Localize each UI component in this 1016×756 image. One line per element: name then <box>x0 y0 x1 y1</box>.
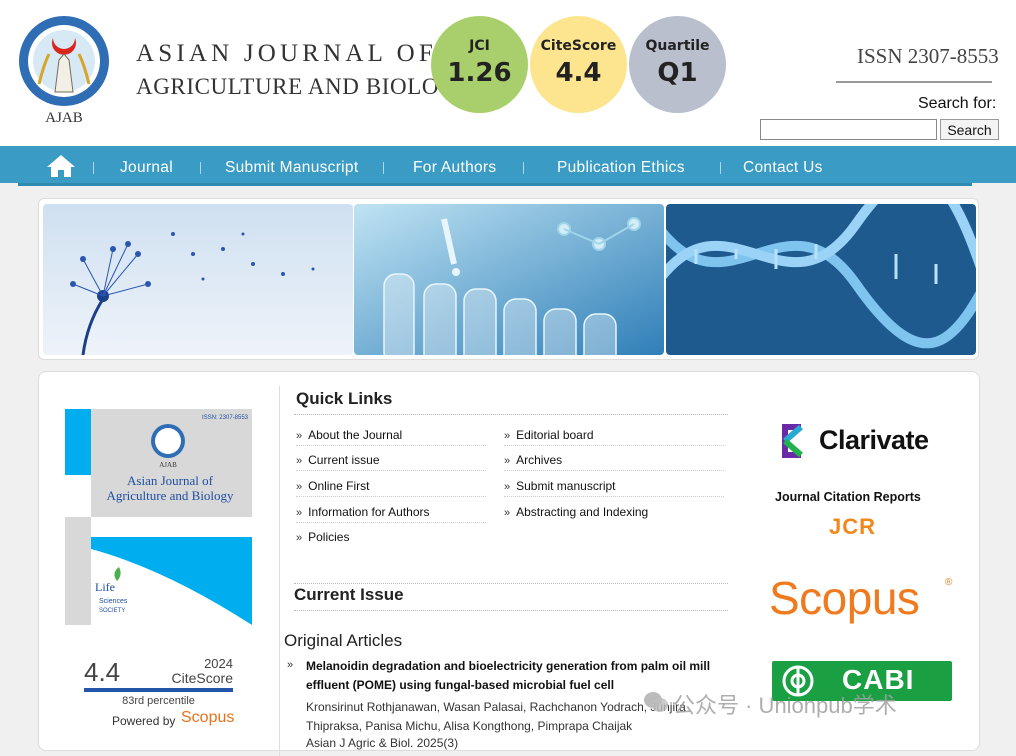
nav-separator <box>383 162 384 174</box>
svg-text:Sciences: Sciences <box>99 598 128 605</box>
quartile-badge: Quartile Q1 <box>629 16 726 113</box>
svg-text:ISSN: 2307-8553: ISSN: 2307-8553 <box>202 415 249 421</box>
dna-image <box>666 204 976 355</box>
quick-link-online-first[interactable]: » Online First <box>296 479 369 493</box>
arrow-icon: » <box>504 481 511 493</box>
nav-journal[interactable]: Journal <box>120 159 173 177</box>
test-tubes-image <box>354 204 664 355</box>
quartile-value: Q1 <box>657 58 698 88</box>
clarivate-logo[interactable]: Clarivate <box>779 424 939 460</box>
scopus-link[interactable]: Scopus <box>181 709 234 727</box>
link-underline <box>504 470 724 471</box>
article-citation: Asian J Agric & Biol. 2025(3) <box>306 736 459 750</box>
jci-value: 1.26 <box>447 58 512 88</box>
citescore-year: 2024 <box>204 656 233 671</box>
quick-link-abstracting-indexing[interactable]: » Abstracting and Indexing <box>504 505 648 519</box>
quick-link-submit-manuscript[interactable]: » Submit manuscript <box>504 479 616 493</box>
link-underline <box>504 445 724 446</box>
jci-label: JCI <box>469 38 490 54</box>
section-divider <box>294 414 728 415</box>
current-issue-title: Current Issue <box>294 585 404 604</box>
watermark-text: 公众号 · Unionpub学术 <box>673 693 897 718</box>
quick-link-editorial-board[interactable]: » Editorial board <box>504 428 594 442</box>
link-underline <box>296 522 486 523</box>
arrow-icon: » <box>296 532 303 544</box>
quick-link-archives[interactable]: » Archives <box>504 453 562 467</box>
citescore-label: CiteScore <box>171 670 233 686</box>
hero-banner <box>38 198 979 360</box>
quick-link-info-authors[interactable]: » Information for Authors <box>296 505 430 519</box>
ajab-logo[interactable]: AJAB <box>17 14 111 126</box>
search-label: Search for: <box>918 95 997 112</box>
quick-links-title: Quick Links <box>296 389 393 408</box>
arrow-icon: » <box>504 507 511 519</box>
arrow-icon: » <box>504 430 511 442</box>
link-underline <box>296 470 486 471</box>
jci-badge: JCI 1.26 <box>431 16 528 113</box>
svg-text:AJAB: AJAB <box>45 110 83 126</box>
link-underline <box>296 496 486 497</box>
search-input[interactable] <box>760 119 937 140</box>
clarivate-icon <box>782 424 803 458</box>
nav-submit-manuscript[interactable]: Submit Manuscript <box>225 159 358 177</box>
arrow-icon: » <box>287 659 294 671</box>
nav-for-authors[interactable]: For Authors <box>413 159 496 177</box>
jcr-logo[interactable]: JCR <box>829 514 876 540</box>
site-header: AJAB ASIAN JOURNAL OF AGRICULTURE AND BI… <box>0 0 1016 146</box>
link-underline <box>296 445 486 446</box>
arrow-icon: » <box>296 430 303 442</box>
section-divider <box>294 610 728 611</box>
home-icon[interactable] <box>46 154 76 178</box>
journal-title: ASIAN JOURNAL OF AGRICULTURE AND BIOLOGY <box>136 40 474 100</box>
arrow-icon: » <box>504 455 511 467</box>
svg-text:Agriculture and Biology: Agriculture and Biology <box>106 488 234 503</box>
section-heading: Original Articles <box>284 631 403 650</box>
section-divider <box>294 583 728 584</box>
citescore-badge-value: 4.4 <box>555 58 602 88</box>
citescore-percentile: 83rd percentile <box>122 695 195 707</box>
quartile-label: Quartile <box>645 38 710 54</box>
nav-publication-ethics[interactable]: Publication Ethics <box>557 159 685 177</box>
nav-separator <box>720 162 721 174</box>
column-divider <box>279 386 280 756</box>
citescore-badge-label: CiteScore <box>540 38 617 54</box>
nav-separator <box>93 162 94 174</box>
search-button[interactable]: Search <box>940 119 999 140</box>
citescore-badge: CiteScore 4.4 <box>530 16 627 113</box>
issn-text: ISSN 2307-8553 <box>857 44 999 68</box>
scopus-logo[interactable]: Scopus <box>769 571 920 625</box>
nav-separator <box>523 162 524 174</box>
dandelion-image <box>43 204 353 355</box>
svg-text:Life: Life <box>95 580 115 594</box>
clarivate-text: Clarivate <box>819 425 929 455</box>
nav-separator <box>200 162 201 174</box>
journal-title-line1: ASIAN JOURNAL OF <box>136 40 438 67</box>
link-underline <box>504 496 724 497</box>
issn-divider <box>836 81 992 83</box>
svg-text:AJAB: AJAB <box>159 461 177 469</box>
powered-by-label: Powered by <box>112 714 176 728</box>
svg-text:Asian Journal of: Asian Journal of <box>127 473 214 488</box>
arrow-icon: » <box>296 481 303 493</box>
journal-title-line2: AGRICULTURE AND BIOLOGY <box>136 74 474 99</box>
arrow-icon: » <box>296 507 303 519</box>
quick-link-policies[interactable]: » Policies <box>296 530 349 544</box>
citescore-value: 4.4 <box>84 657 121 687</box>
quick-link-current-issue[interactable]: » Current issue <box>296 453 380 467</box>
journal-cover-image[interactable]: ISSN: 2307-8553 AJAB Asian Journal of Ag… <box>65 409 252 625</box>
nav-contact-us[interactable]: Contact Us <box>743 159 823 177</box>
quick-link-about[interactable]: » About the Journal <box>296 428 402 442</box>
registered-mark: ® <box>945 577 953 588</box>
citescore-bar <box>84 688 233 692</box>
arrow-icon: » <box>296 455 303 467</box>
jcr-title: Journal Citation Reports <box>775 490 921 504</box>
main-nav: Journal Submit Manuscript For Authors Pu… <box>0 146 1016 186</box>
svg-text:SOCIETY: SOCIETY <box>99 608 125 614</box>
